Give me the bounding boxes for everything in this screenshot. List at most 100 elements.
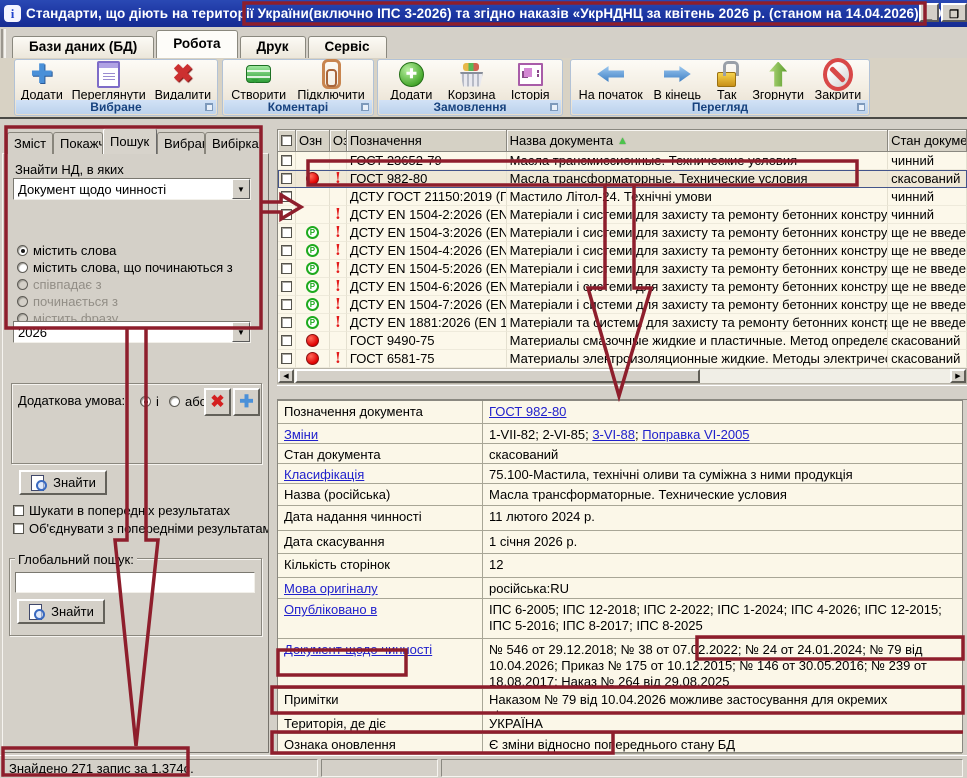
row-checkbox-cell[interactable]	[278, 314, 296, 332]
row-checkbox-cell[interactable]	[278, 206, 296, 224]
detail-label-link[interactable]: Класифікація	[284, 467, 364, 482]
column-header-Озн[interactable]: Озн	[296, 130, 330, 152]
red-x-button[interactable]: Видалити	[152, 60, 215, 102]
sidebar-tab-Покажч[interactable]: Покажч	[53, 132, 103, 154]
radio-label: співпадає з	[33, 277, 102, 292]
no-entry-button[interactable]: Закрити	[812, 60, 865, 102]
arrow-right-icon	[662, 60, 692, 88]
detail-label-link[interactable]: Документ щодо чинності	[284, 642, 432, 657]
scroll-right-icon[interactable]: ▶	[950, 369, 966, 383]
speech-bubble-button[interactable]: Створити	[228, 60, 289, 102]
chevron-down-icon[interactable]: ▼	[232, 179, 250, 199]
select-all-checkbox[interactable]	[281, 135, 292, 146]
table-row[interactable]: !ГОСТ 982-80Масла трансформаторные. Техн…	[278, 170, 967, 188]
row-checkbox-cell[interactable]	[278, 278, 296, 296]
checkbox-icon	[281, 299, 292, 310]
blue-plus-button[interactable]: Додати	[18, 60, 66, 102]
basket-button[interactable]: Корзина	[445, 60, 499, 102]
paperclip-button[interactable]: Підключити	[294, 60, 367, 102]
column-header-Назва документа[interactable]: Назва документа▲	[507, 130, 888, 152]
dialog-launcher-icon[interactable]	[205, 103, 213, 111]
newspaper-button[interactable]: Історія	[508, 60, 553, 102]
sidebar-tab-Зміст[interactable]: Зміст	[7, 132, 53, 154]
row-checkbox-cell[interactable]	[278, 296, 296, 314]
chevron-down-icon[interactable]: ▼	[232, 322, 250, 342]
column-header-checkbox[interactable]	[278, 130, 296, 152]
sidebar-tab-Пошук[interactable]: Пошук	[103, 128, 157, 154]
table-horizontal-scrollbar[interactable]: ◀ ▶	[277, 368, 967, 384]
detail-value-link[interactable]: 3-VI-88	[592, 427, 635, 442]
row-checkbox-cell[interactable]	[278, 152, 296, 170]
global-search-input[interactable]	[15, 572, 255, 593]
table-row[interactable]: P!ДСТУ EN 1504-4:2026 (ENМатеріали і сис…	[278, 242, 967, 260]
window-title-prefix: Стандарти, що діють на території України	[26, 6, 309, 21]
column-header-Озн[interactable]: Озн	[330, 130, 347, 152]
match-radio[interactable]: співпадає з	[17, 276, 233, 293]
sidebar-tab-Вибірка[interactable]: Вибірка	[205, 132, 261, 154]
horizontal-splitter[interactable]	[277, 385, 967, 400]
arrow-right-button[interactable]: В кінець	[650, 60, 704, 102]
column-header-Стан документа[interactable]: Стан документа	[888, 130, 967, 152]
search-field-combobox[interactable]: Документ щодо чинності ▼	[13, 178, 251, 200]
detail-label-link[interactable]: Мова оригіналу	[284, 581, 378, 596]
search-option-checkbox[interactable]: Об'єднувати з попередніми результатам	[13, 519, 268, 537]
sidebar-tab-Вибран[interactable]: Вибран	[157, 132, 205, 154]
table-row[interactable]: ГОСТ 9490-75Материалы смазочные жидкие и…	[278, 332, 967, 350]
status-section	[441, 759, 963, 777]
row-checkbox-cell[interactable]	[278, 242, 296, 260]
detail-label-link[interactable]: Опубліковано в	[284, 602, 377, 617]
extra-condition-or-radio[interactable]: або	[169, 393, 207, 410]
table-row[interactable]: P!ДСТУ EN 1881:2026 (EN 18Матеріали та с…	[278, 314, 967, 332]
dialog-launcher-icon[interactable]	[361, 103, 369, 111]
detail-value-text: скасований	[489, 447, 558, 462]
detail-value-text: 11 лютого 2024 р.	[489, 509, 595, 524]
row-state: ще не введен	[888, 224, 967, 242]
arrow-up-button[interactable]: Згорнути	[749, 60, 807, 102]
match-radio[interactable]: містить слова, що починаються з	[17, 259, 233, 276]
column-header-Позначення[interactable]: Позначення	[347, 130, 507, 152]
row-checkbox-cell[interactable]	[278, 332, 296, 350]
search-option-checkbox[interactable]: Шукати в попередніх результатах	[13, 501, 268, 519]
padlock-open-button[interactable]: Так	[709, 60, 745, 102]
table-row[interactable]: ДСТУ ГОСТ 21150:2019 (ГМастило Літол-24.…	[278, 188, 967, 206]
row-checkbox-cell[interactable]	[278, 188, 296, 206]
tab-Робота[interactable]: Робота	[156, 30, 237, 58]
table-row[interactable]: P!ДСТУ EN 1504-6:2026 (ENМатеріали і сис…	[278, 278, 967, 296]
table-row[interactable]: !ГОСТ 6581-75Материалы электроизоляционн…	[278, 350, 967, 368]
dialog-launcher-icon[interactable]	[857, 103, 865, 111]
row-checkbox-cell[interactable]	[278, 170, 296, 188]
detail-value-link[interactable]: Поправка VI-2005	[642, 427, 749, 442]
radio-label: містить слова	[33, 243, 116, 258]
green-plus-button[interactable]: Додати	[387, 60, 435, 102]
row-checkbox-cell[interactable]	[278, 224, 296, 242]
maximize-button[interactable]: ❐	[941, 3, 967, 22]
minimize-button[interactable]: _	[919, 3, 939, 22]
match-radio[interactable]: починається з	[17, 293, 233, 310]
extra-condition-and-radio[interactable]: і	[140, 393, 159, 410]
match-radio[interactable]: містить слова	[17, 242, 233, 259]
table-row[interactable]: P!ДСТУ EN 1504-7:2026 (ENМатеріали і сис…	[278, 296, 967, 314]
tab-Бази даних (БД)[interactable]: Бази даних (БД)	[12, 36, 154, 58]
table-row[interactable]: P!ДСТУ EN 1504-5:2026 (ENМатеріали і сис…	[278, 260, 967, 278]
scroll-left-icon[interactable]: ◀	[278, 369, 294, 383]
detail-value-link[interactable]: ГОСТ 982-80	[489, 404, 566, 419]
tab-Сервіс[interactable]: Сервіс	[308, 36, 387, 58]
row-checkbox-cell[interactable]	[278, 260, 296, 278]
table-row[interactable]: ГОСТ 23652-79Масла трансмиссионные. Техн…	[278, 152, 967, 170]
table-row[interactable]: !ДСТУ EN 1504-2:2026 (ENМатеріали і сист…	[278, 206, 967, 224]
detail-label-link[interactable]: Зміни	[284, 427, 318, 442]
remove-condition-button[interactable]: ✖	[204, 388, 231, 416]
detail-value: Є зміни відносно попереднього стану БД	[483, 734, 962, 753]
dialog-launcher-icon[interactable]	[550, 103, 558, 111]
global-find-button[interactable]: Знайти	[17, 599, 105, 624]
row-checkbox-cell[interactable]	[278, 350, 296, 368]
tab-Друк[interactable]: Друк	[240, 36, 306, 58]
search-value-combobox[interactable]: 2026 ▼	[13, 321, 251, 343]
table-row[interactable]: P!ДСТУ EN 1504-3:2026 (ENМатеріали і сис…	[278, 224, 967, 242]
arrow-left-button[interactable]: На початок	[576, 60, 646, 102]
extra-condition-label: Додаткова умова:	[18, 393, 125, 408]
notepad-button[interactable]: Переглянути	[69, 60, 149, 102]
add-condition-button[interactable]: ✚	[233, 388, 260, 416]
scrollbar-thumb[interactable]	[295, 369, 700, 383]
find-button[interactable]: Знайти	[19, 470, 107, 495]
